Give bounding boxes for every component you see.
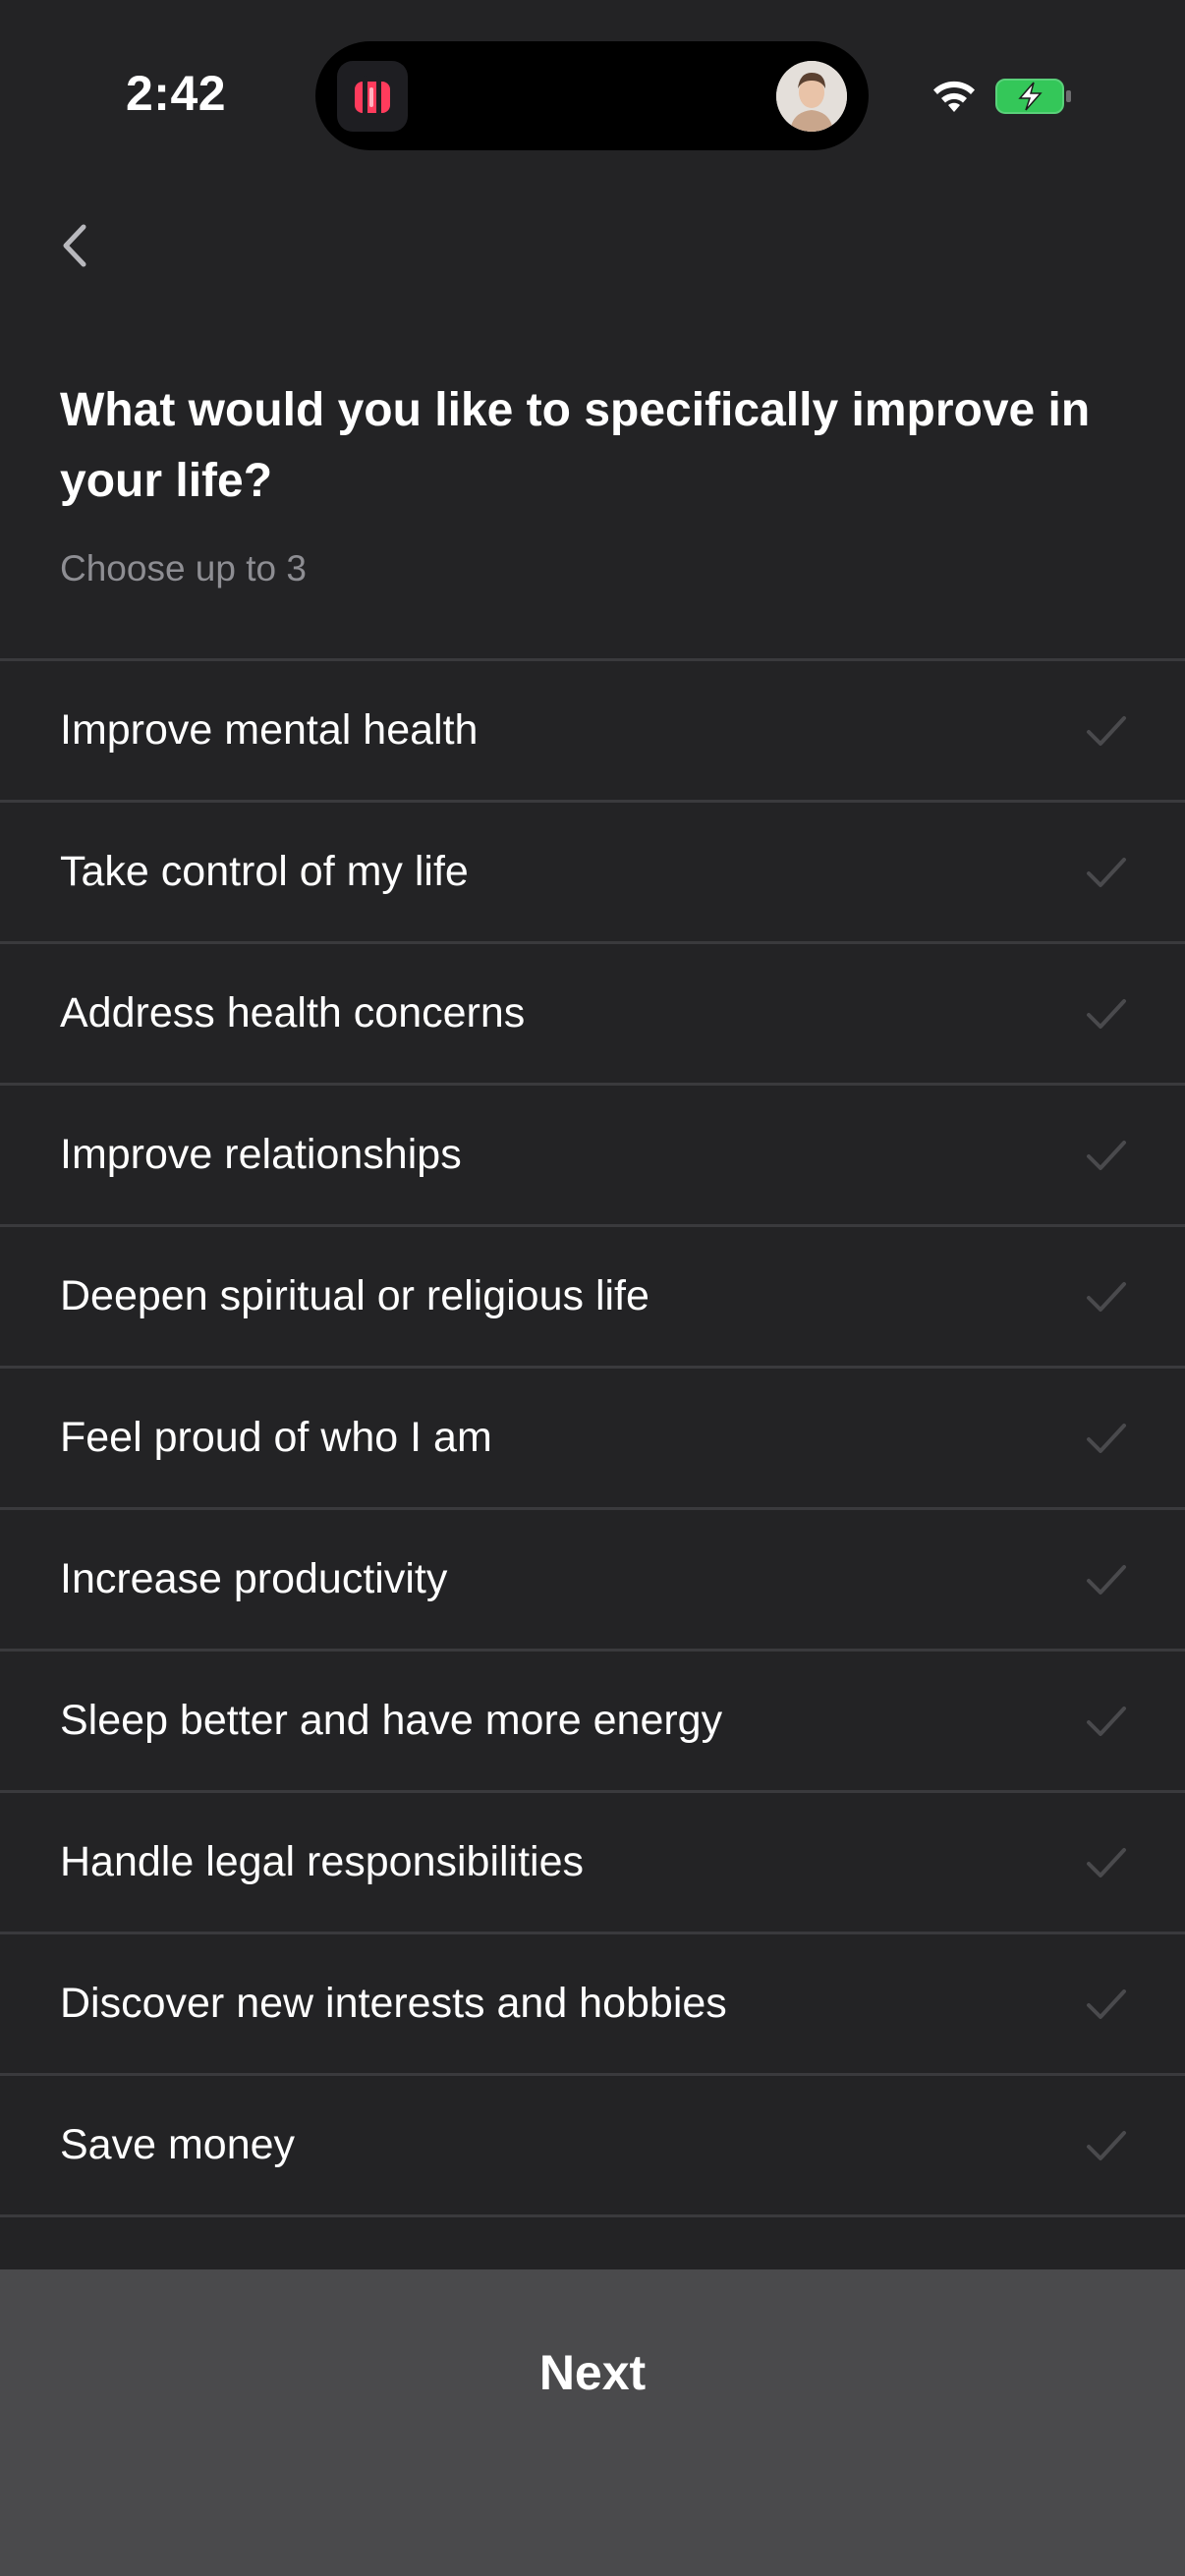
back-button[interactable] [47,218,102,273]
wifi-icon [933,81,975,112]
checkmark-icon [1087,1423,1126,1453]
option-deepen-spiritual[interactable]: Deepen spiritual or religious life [0,1227,1185,1369]
option-label: Increase productivity [60,1555,448,1602]
option-discover-interests[interactable]: Discover new interests and hobbies [0,1934,1185,2076]
option-label: Deepen spiritual or religious life [60,1272,649,1319]
checkmark-icon [1087,1988,1126,2019]
option-label: Handle legal responsibilities [60,1838,585,1885]
checkmark-icon [1087,2130,1126,2160]
option-sleep-better[interactable]: Sleep better and have more energy [0,1652,1185,1793]
option-address-health[interactable]: Address health concerns [0,944,1185,1086]
option-take-control[interactable]: Take control of my life [0,803,1185,944]
option-label: Improve relationships [60,1131,462,1178]
checkmark-icon [1087,1564,1126,1595]
option-save-money[interactable]: Save money [0,2076,1185,2217]
next-button-label: Next [538,2345,647,2400]
options-list: Improve mental health Take control of my… [0,658,1185,2217]
checkmark-icon [1087,1847,1126,1877]
option-improve-relationships[interactable]: Improve relationships [0,1086,1185,1227]
onboarding-screen: 2:42 What would you like to specifically… [0,0,1185,2576]
option-label: Address health concerns [60,989,526,1036]
checkmark-icon [1087,1281,1126,1312]
selection-hint: Choose up to 3 [60,548,307,588]
option-label: Improve mental health [60,706,479,754]
status-time: 2:42 [126,66,227,121]
option-label: Sleep better and have more energy [60,1697,723,1744]
live-activity-app-icon[interactable] [337,61,408,132]
battery-charging-icon [995,79,1071,114]
checkmark-icon [1087,857,1126,887]
status-bar: 2:42 [0,0,1185,187]
checkmark-icon [1087,1706,1126,1736]
dynamic-island[interactable] [315,41,869,150]
checkmark-icon [1087,715,1126,746]
option-label: Save money [60,2121,296,2168]
chevron-left-icon [63,224,86,267]
checkmark-icon [1087,998,1126,1029]
checkmark-icon [1087,1140,1126,1170]
option-feel-proud[interactable]: Feel proud of who I am [0,1369,1185,1510]
option-increase-productivity[interactable]: Increase productivity [0,1510,1185,1652]
page-title: What would you like to specifically impr… [60,384,1091,507]
next-button[interactable]: Next [0,2269,1185,2576]
option-improve-mental-health[interactable]: Improve mental health [0,661,1185,803]
avatar[interactable] [776,61,847,132]
option-label: Feel proud of who I am [60,1414,492,1461]
option-label: Take control of my life [60,848,469,895]
option-handle-legal[interactable]: Handle legal responsibilities [0,1793,1185,1934]
option-label: Discover new interests and hobbies [60,1980,727,2027]
